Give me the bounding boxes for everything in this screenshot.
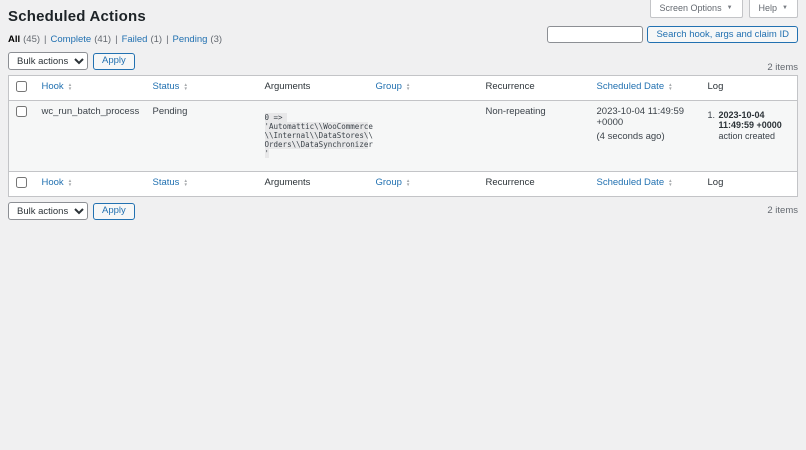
column-footer-recurrence: Recurrence	[478, 172, 589, 197]
sort-scheduled-date-link[interactable]: Scheduled Date▲▼	[597, 177, 673, 188]
table-row: wc_run_batch_process Pending 0 => 'Autom…	[9, 101, 798, 172]
scheduled-actions-table: Hook▲▼ Status▲▼ Arguments Group▲▼ Recurr…	[8, 75, 798, 197]
column-footer-status: Status▲▼	[145, 172, 257, 197]
filter-count: (1)	[150, 34, 162, 45]
bulk-actions-select-bottom[interactable]: Bulk actions	[8, 202, 88, 220]
filter-separator: |	[166, 34, 168, 45]
column-header-hook: Hook▲▼	[34, 76, 145, 101]
select-all-checkbox-foot[interactable]	[16, 177, 27, 188]
log-entry-number: 1.	[708, 110, 719, 141]
cell-scheduled-date: 2023-10-04 11:49:59 +0000 (4 seconds ago…	[589, 101, 700, 172]
apply-button-bottom[interactable]: Apply	[93, 203, 135, 220]
filter-label: Pending	[173, 34, 208, 45]
column-footer-group: Group▲▼	[368, 172, 478, 197]
sort-icon: ▲▼	[68, 179, 72, 187]
sort-status-link[interactable]: Status▲▼	[153, 177, 188, 188]
items-count-bottom: 2 items	[767, 205, 798, 216]
screen-options-label: Screen Options	[660, 3, 722, 13]
row-checkbox[interactable]	[16, 106, 27, 117]
table-header-row: Hook▲▼ Status▲▼ Arguments Group▲▼ Recurr…	[9, 76, 798, 101]
table-footer-row: Hook▲▼ Status▲▼ Arguments Group▲▼ Recurr…	[9, 172, 798, 197]
cell-recurrence: Non-repeating	[478, 101, 589, 172]
filter-label: All	[8, 34, 20, 45]
sort-hook-link[interactable]: Hook▲▼	[42, 81, 73, 92]
column-header-status: Status▲▼	[145, 76, 257, 101]
column-header-recurrence: Recurrence	[478, 76, 589, 101]
filter-count: (3)	[210, 34, 222, 45]
filter-label: Failed	[122, 34, 148, 45]
help-button[interactable]: Help ▼	[749, 0, 798, 18]
log-message: action created	[719, 131, 790, 141]
cell-log: 1. 2023-10-04 11:49:59 +0000 action crea…	[700, 101, 798, 172]
sort-hook-link[interactable]: Hook▲▼	[42, 177, 73, 188]
sort-icon: ▲▼	[183, 179, 187, 187]
filter-separator: |	[44, 34, 46, 45]
filter-separator: |	[115, 34, 117, 45]
sort-icon: ▲▼	[668, 83, 672, 91]
sort-scheduled-date-link[interactable]: Scheduled Date▲▼	[597, 81, 673, 92]
filter-complete[interactable]: Complete(41)	[51, 34, 112, 45]
column-footer-arguments: Arguments	[257, 172, 368, 197]
select-all-checkbox[interactable]	[16, 81, 27, 92]
help-label: Help	[759, 3, 778, 13]
column-header-group: Group▲▼	[368, 76, 478, 101]
sort-icon: ▲▼	[406, 179, 410, 187]
search-box: Search hook, args and claim ID	[547, 26, 798, 43]
bulk-actions-top: Bulk actions Apply	[8, 52, 798, 70]
sort-status-link[interactable]: Status▲▼	[153, 81, 188, 92]
screen-options-button[interactable]: Screen Options ▼	[650, 0, 743, 18]
column-header-log: Log	[700, 76, 798, 101]
cell-hook: wc_run_batch_process	[34, 101, 145, 172]
filter-all[interactable]: All(45)	[8, 34, 40, 45]
column-header-scheduled-date: Scheduled Date▲▼	[589, 76, 700, 101]
search-submit-button[interactable]: Search hook, args and claim ID	[647, 26, 798, 43]
chevron-down-icon: ▼	[782, 5, 788, 11]
column-footer-hook: Hook▲▼	[34, 172, 145, 197]
filter-pending[interactable]: Pending(3)	[173, 34, 223, 45]
column-footer-log: Log	[700, 172, 798, 197]
sort-icon: ▲▼	[183, 83, 187, 91]
scheduled-date: 2023-10-04 11:49:59 +0000	[597, 106, 692, 128]
content-area: Scheduled Actions All(45) | Complete(41)…	[0, 0, 806, 222]
sort-icon: ▲▼	[68, 83, 72, 91]
chevron-down-icon: ▼	[727, 5, 733, 11]
cell-status: Pending	[145, 101, 257, 172]
filter-label: Complete	[51, 34, 92, 45]
filter-count: (45)	[23, 34, 40, 45]
log-entry: 1. 2023-10-04 11:49:59 +0000 action crea…	[708, 110, 790, 141]
apply-button[interactable]: Apply	[93, 53, 135, 70]
sort-icon: ▲▼	[406, 83, 410, 91]
arguments-code-block: 0 => 'Automattic\\WooCommerce \\Internal…	[265, 113, 360, 158]
items-count: 2 items	[767, 62, 798, 73]
sort-group-link[interactable]: Group▲▼	[376, 81, 411, 92]
cell-arguments: 0 => 'Automattic\\WooCommerce \\Internal…	[257, 101, 368, 172]
column-footer-scheduled-date: Scheduled Date▲▼	[589, 172, 700, 197]
log-timestamp: 2023-10-04 11:49:59 +0000	[719, 110, 782, 130]
tablenav-bottom: Bulk actions Apply 2 items	[8, 202, 798, 222]
screen-meta-links: Screen Options ▼ Help ▼	[650, 0, 798, 18]
sort-icon: ▲▼	[668, 179, 672, 187]
cell-group	[368, 101, 478, 172]
tablenav-top: Bulk actions Apply 2 items	[8, 52, 798, 72]
scheduled-date-relative: (4 seconds ago)	[597, 131, 692, 142]
bulk-actions-select[interactable]: Bulk actions	[8, 52, 88, 70]
column-header-arguments: Arguments	[257, 76, 368, 101]
filter-count: (41)	[94, 34, 111, 45]
search-input[interactable]	[547, 26, 643, 43]
sort-group-link[interactable]: Group▲▼	[376, 177, 411, 188]
bulk-actions-bottom: Bulk actions Apply	[8, 202, 798, 220]
filter-failed[interactable]: Failed(1)	[122, 34, 163, 45]
